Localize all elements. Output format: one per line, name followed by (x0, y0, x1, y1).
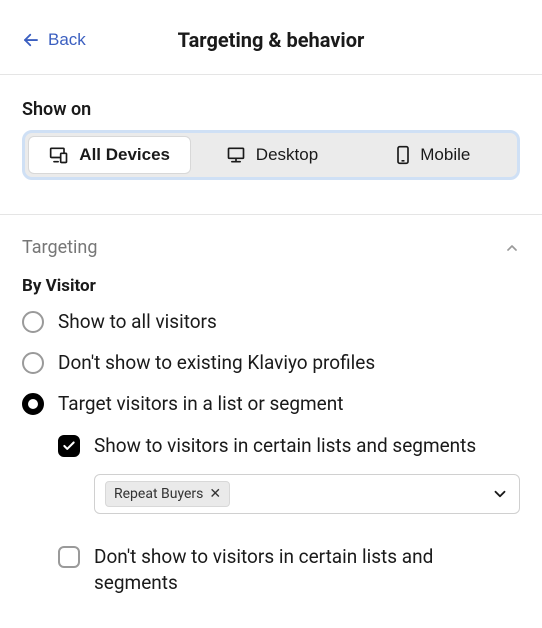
checkbox-icon (58, 435, 80, 457)
device-option-label: All Devices (79, 145, 170, 165)
radio-all-visitors[interactable]: Show to all visitors (22, 310, 520, 333)
radio-list-segment[interactable]: Target visitors in a list or segment (22, 392, 520, 415)
segment-select[interactable]: Repeat Buyers ✕ (94, 474, 520, 514)
chevron-down-icon (491, 485, 509, 503)
mobile-icon (396, 145, 410, 165)
radio-label: Don't show to existing Klaviyo profiles (58, 351, 375, 374)
page-title: Targeting & behavior (178, 28, 365, 52)
device-option-all[interactable]: All Devices (28, 136, 191, 174)
radio-icon (22, 352, 44, 374)
radio-icon (22, 393, 44, 415)
device-toggle-group: All Devices Desktop Mobile (22, 130, 520, 180)
checkbox-dont-show-to-lists[interactable]: Don't show to visitors in certain lists … (58, 544, 520, 597)
radio-label: Show to all visitors (58, 310, 217, 333)
device-option-desktop[interactable]: Desktop (191, 136, 352, 174)
checkbox-icon (58, 546, 80, 568)
device-option-label: Mobile (420, 145, 470, 165)
targeting-section-title: Targeting (22, 237, 97, 258)
radio-exclude-klaviyo[interactable]: Don't show to existing Klaviyo profiles (22, 351, 520, 374)
segment-chip-label: Repeat Buyers (114, 486, 203, 502)
back-button[interactable]: Back (22, 30, 86, 50)
radio-label: Target visitors in a list or segment (58, 392, 343, 415)
checkbox-label: Show to visitors in certain lists and se… (94, 433, 476, 460)
chevron-up-icon (504, 240, 520, 256)
back-label: Back (48, 30, 86, 50)
segment-chip: Repeat Buyers ✕ (105, 481, 230, 507)
devices-icon (49, 145, 69, 165)
device-option-label: Desktop (256, 145, 318, 165)
by-visitor-heading: By Visitor (22, 276, 520, 296)
show-on-label: Show on (22, 99, 520, 120)
arrow-left-icon (22, 31, 40, 49)
chip-remove-icon[interactable]: ✕ (209, 487, 221, 501)
radio-icon (22, 311, 44, 333)
desktop-icon (226, 145, 246, 165)
checkbox-show-to-lists[interactable]: Show to visitors in certain lists and se… (58, 433, 520, 460)
device-option-mobile[interactable]: Mobile (353, 136, 514, 174)
targeting-section-header[interactable]: Targeting (22, 215, 520, 270)
checkbox-label: Don't show to visitors in certain lists … (94, 544, 520, 597)
